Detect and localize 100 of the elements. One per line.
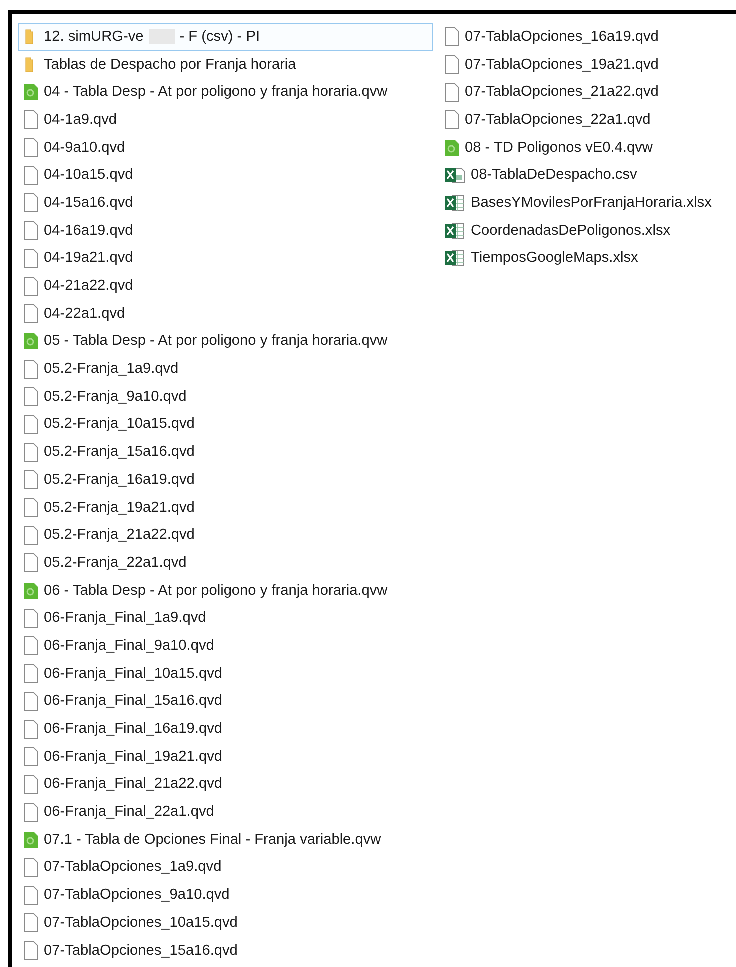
file-name: 08 - TD Poligonos vE0.4.qvw — [465, 140, 653, 156]
file-icon — [23, 608, 39, 628]
file-item[interactable]: 07.1 - Tabla de Opciones Final - Franja variable.qvw — [18, 826, 433, 854]
file-name: 05.2-Franja_15a16.qvd — [44, 444, 195, 460]
file-name: Tablas de Despacho por Franja horaria — [44, 56, 296, 73]
file-item[interactable]: 06-Franja_Final_21a22.qvd — [18, 770, 433, 798]
file-icon — [23, 110, 39, 130]
file-item[interactable]: 06-Franja_Final_15a16.qvd — [18, 688, 433, 716]
file-name: 04-16a19.qvd — [44, 222, 134, 239]
file-name: 04-1a9.qvd — [44, 112, 118, 128]
spreadsheet-icon — [444, 194, 466, 212]
file-item[interactable]: 04-9a10.qvd — [18, 134, 433, 162]
file-item[interactable]: 07-TablaOpciones_9a10.qvd — [18, 881, 433, 909]
file-item[interactable]: 05.2-Franja_19a21.qvd — [18, 494, 433, 522]
file-item[interactable]: 05.2-Franja_21a22.qvd — [18, 521, 433, 550]
file-item[interactable]: 04-22a1.qvd — [18, 300, 433, 328]
file-name: 04-10a15.qvd — [44, 167, 134, 184]
file-name: 07-TablaOpciones_22a1.qvd — [465, 112, 651, 128]
file-name: 04-19a21.qvd — [44, 250, 134, 266]
file-name: 06-Franja_Final_9a10.qvd — [44, 638, 214, 654]
file-item[interactable]: CoordenadasDePoligonos.xlsx — [439, 216, 729, 244]
file-item[interactable]: 05.2-Franja_10a15.qvd — [18, 410, 433, 438]
file-icon — [23, 553, 39, 572]
file-name: 05.2-Franja_22a1.qvd — [44, 554, 187, 571]
file-name: 08-TablaDeDespacho.csv — [471, 167, 638, 184]
file-name: 04-22a1.qvd — [44, 306, 126, 322]
file-name: CoordenadasDePoligonos.xlsx — [471, 222, 671, 239]
file-name: 05.2-Franja_21a22.qvd — [44, 527, 195, 544]
file-name: 05 - Tabla Desp - At por poligono y franja horaria.qvw — [44, 333, 388, 350]
file-item[interactable]: 04-1a9.qvd — [18, 106, 433, 134]
file-name: 07-TablaOpciones_16a19.qvd — [465, 28, 659, 45]
file-icon — [23, 774, 39, 794]
file-name: 06-Franja_Final_22a1.qvd — [44, 804, 214, 820]
file-item[interactable]: 05.2-Franja_9a10.qvd — [18, 382, 433, 411]
file-item[interactable]: 07-TablaOpciones_1a9.qvd — [18, 854, 433, 882]
document-icon — [23, 582, 39, 600]
file-name: TiemposGoogleMaps.xlsx — [471, 250, 638, 266]
file-name: 07-TablaOpciones_9a10.qvd — [44, 887, 230, 904]
file-item[interactable]: 04-19a21.qvd — [18, 244, 433, 272]
file-item[interactable]: 06-Franja_Final_1a9.qvd — [18, 604, 433, 632]
file-name: 04 - Tabla Desp - At por poligono y franja horaria.qvw — [44, 84, 388, 100]
spreadsheet-icon — [444, 166, 466, 184]
file-icon — [23, 360, 39, 379]
file-icon — [23, 526, 39, 545]
file-item[interactable]: 07-TablaOpciones_21a22.qvd — [439, 78, 729, 106]
file-icon — [444, 55, 460, 74]
file-name: 04-15a16.qvd — [44, 194, 134, 211]
file-item[interactable]: 04-16a19.qvd — [18, 216, 433, 244]
file-icon — [444, 27, 460, 46]
file-item[interactable]: BasesYMovilesPorFranjaHoraria.xlsx — [439, 189, 729, 217]
file-name: BasesYMovilesPorFranjaHoraria.xlsx — [471, 194, 712, 211]
file-item[interactable]: 06-Franja_Final_19a21.qvd — [18, 742, 433, 771]
file-name: 06 - Tabla Desp - At por poligono y franja horaria.qvw — [44, 582, 388, 599]
file-item[interactable]: 04-21a22.qvd — [18, 272, 433, 300]
file-icon — [23, 193, 39, 212]
file-name: 05.2-Franja_1a9.qvd — [44, 361, 179, 378]
file-item[interactable]: 07-TablaOpciones_16a19.qvd — [439, 23, 729, 51]
file-item[interactable]: 07-TablaOpciones_15a16.qvd — [18, 936, 433, 964]
file-item[interactable]: 08-TablaDeDespacho.csv — [439, 161, 729, 190]
file-item[interactable]: 07-TablaOpciones_10a15.qvd — [18, 909, 433, 937]
document-icon — [23, 830, 39, 849]
file-icon — [23, 802, 39, 822]
document-icon — [444, 138, 460, 157]
file-item[interactable]: 05 - Tabla Desp - At por poligono y franja horaria.qvw — [18, 328, 433, 356]
file-icon — [23, 442, 39, 462]
file-item[interactable]: Tablas de Despacho por Franja horaria — [18, 50, 433, 78]
file-name: 12. simURG-ve — [44, 28, 144, 45]
file-item[interactable]: 06-Franja_Final_10a15.qvd — [18, 660, 433, 688]
file-item[interactable]: 04 - Tabla Desp - At por poligono y franja horaria.qvw — [18, 78, 433, 106]
file-item[interactable]: 07-TablaOpciones_19a21.qvd — [439, 50, 729, 78]
file-item[interactable]: 06 - Tabla Desp - At por poligono y franja horaria.qvw — [18, 576, 433, 604]
spreadsheet-icon — [444, 249, 466, 268]
file-item[interactable]: 05.2-Franja_15a16.qvd — [18, 438, 433, 466]
file-item[interactable]: 08 - TD Poligonos vE0.4.qvw — [439, 134, 729, 162]
file-item[interactable]: 06-Franja_Final_9a10.qvd — [18, 632, 433, 660]
file-icon — [23, 221, 39, 240]
file-name: 05.2-Franja_16a19.qvd — [44, 472, 195, 488]
file-name: 07-TablaOpciones_15a16.qvd — [44, 942, 238, 959]
file-icon — [23, 414, 39, 434]
file-icon — [23, 941, 39, 960]
file-name: 07-TablaOpciones_19a21.qvd — [465, 56, 659, 73]
file-item[interactable]: TiemposGoogleMaps.xlsx — [439, 244, 729, 272]
file-icon — [23, 387, 39, 406]
file-name: 05.2-Franja_10a15.qvd — [44, 416, 195, 432]
file-item[interactable]: 06-Franja_Final_16a19.qvd — [18, 715, 433, 743]
file-item[interactable]: 05.2-Franja_22a1.qvd — [18, 549, 433, 577]
file-icon — [23, 886, 39, 905]
file-name: 06-Franja_Final_21a22.qvd — [44, 776, 222, 792]
file-icon — [23, 720, 39, 739]
file-item[interactable]: 06-Franja_Final_22a1.qvd — [18, 798, 433, 826]
file-item[interactable]: 12. simURG-ve - F (csv) - PI — [18, 23, 433, 51]
file-item[interactable]: 07-TablaOpciones_22a1.qvd — [439, 106, 729, 134]
file-item[interactable]: 05.2-Franja_1a9.qvd — [18, 355, 433, 383]
document-icon — [23, 83, 39, 102]
file-item[interactable]: 04-15a16.qvd — [18, 189, 433, 217]
file-icon — [23, 166, 39, 185]
file-name: 07-TablaOpciones_1a9.qvd — [44, 859, 222, 876]
file-item[interactable]: 04-10a15.qvd — [18, 161, 433, 190]
file-item[interactable]: 05.2-Franja_16a19.qvd — [18, 466, 433, 494]
file-name: 06-Franja_Final_19a21.qvd — [44, 748, 222, 765]
